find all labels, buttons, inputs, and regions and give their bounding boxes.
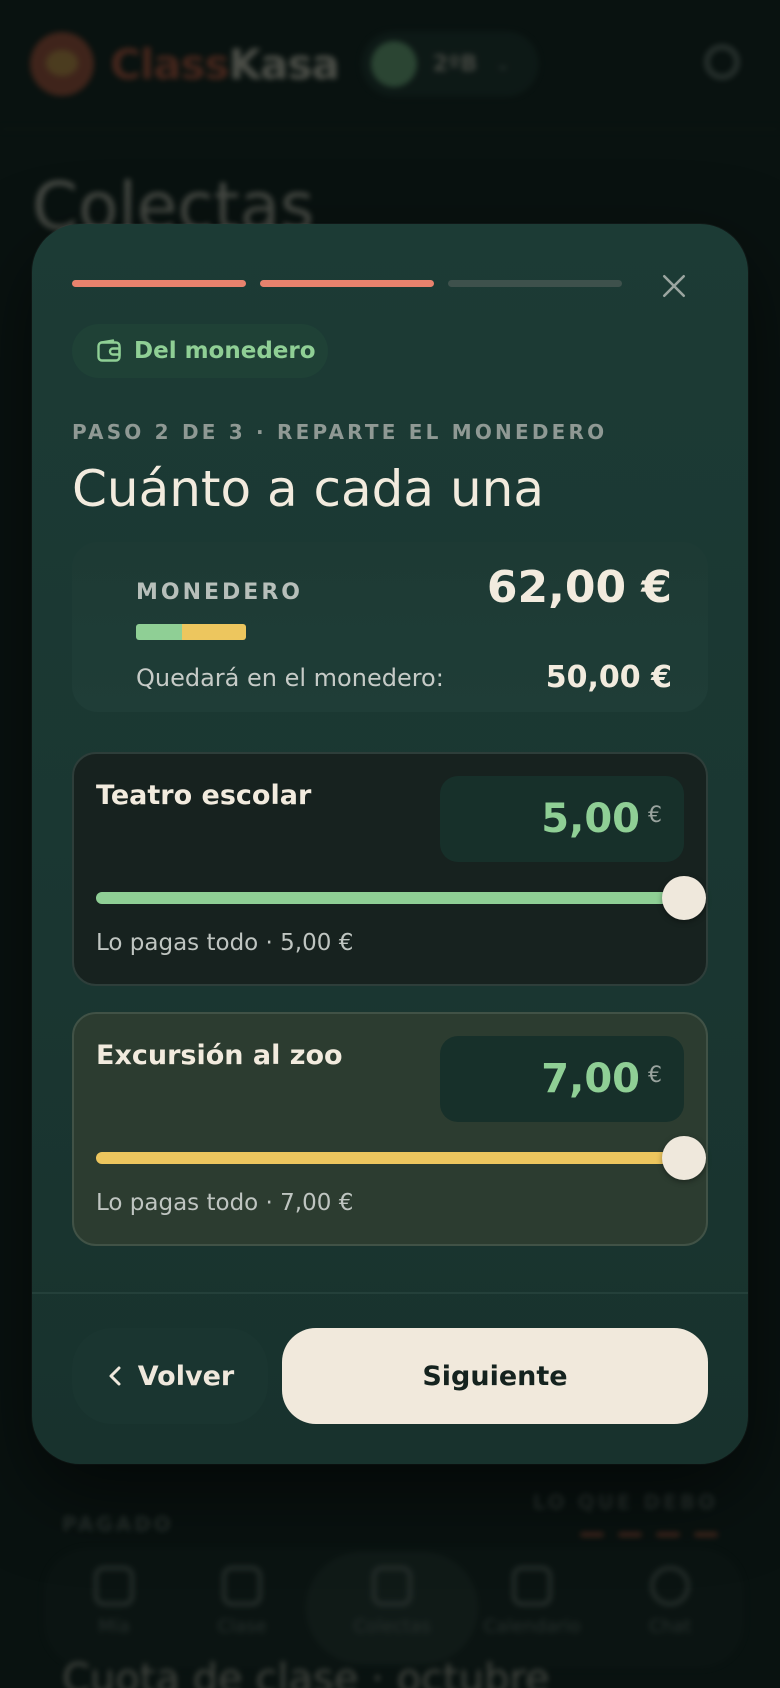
- progress-step-2: [260, 280, 434, 287]
- allocation-card: Excursión al zoo 7,00 € Lo pagas todo · …: [72, 1012, 708, 1246]
- wallet-usage-teatro: [136, 624, 182, 640]
- allocation-modal: Del monedero PASO 2 DE 3 · REPARTE EL MO…: [32, 224, 748, 1464]
- currency-symbol: €: [648, 1062, 662, 1088]
- close-icon: [662, 274, 686, 298]
- amount-value: 5,00: [541, 796, 640, 842]
- wallet-usage-zoo: [181, 624, 246, 640]
- back-button[interactable]: Volver: [72, 1328, 268, 1424]
- modal-heading: Cuánto a cada una: [72, 460, 544, 518]
- slider-fill: [96, 892, 684, 904]
- source-badge: Del monedero: [72, 324, 328, 378]
- amount-value: 7,00: [541, 1056, 640, 1102]
- wallet-label: MONEDERO: [136, 580, 303, 605]
- close-button[interactable]: [656, 268, 692, 304]
- footer-divider: [32, 1292, 748, 1294]
- collection-name: Teatro escolar: [96, 780, 312, 811]
- slider-fill: [96, 1152, 684, 1164]
- amount-input[interactable]: 5,00 €: [440, 776, 684, 862]
- allocation-card: Teatro escolar 5,00 € Lo pagas todo · 5,…: [72, 752, 708, 986]
- wallet-usage-bar: [136, 624, 246, 640]
- wallet-remaining-label: Quedará en el monedero:: [136, 664, 444, 692]
- source-badge-label: Del monedero: [134, 338, 316, 364]
- progress-step-3: [448, 280, 622, 287]
- wallet-icon: [97, 339, 121, 362]
- wallet-total: 62,00 €: [486, 562, 672, 613]
- slider-thumb[interactable]: [662, 876, 706, 920]
- progress-step-1: [72, 280, 246, 287]
- allocation-note: Lo pagas todo · 5,00 €: [96, 930, 354, 956]
- wallet-remaining-amount: 50,00 €: [545, 660, 672, 695]
- slider-thumb[interactable]: [662, 1136, 706, 1180]
- amount-input[interactable]: 7,00 €: [440, 1036, 684, 1122]
- next-button[interactable]: Siguiente: [282, 1328, 708, 1424]
- allocation-note: Lo pagas todo · 7,00 €: [96, 1190, 354, 1216]
- wallet-summary: MONEDERO 62,00 € Quedará en el monedero:…: [72, 542, 708, 712]
- currency-symbol: €: [648, 802, 662, 828]
- chevron-left-icon: [109, 1366, 121, 1386]
- back-button-label: Volver: [137, 1360, 235, 1392]
- step-label: PASO 2 DE 3 · REPARTE EL MONEDERO: [72, 420, 608, 444]
- amount-slider[interactable]: [96, 876, 706, 920]
- step-progress: [72, 280, 622, 287]
- collection-name: Excursión al zoo: [96, 1040, 343, 1071]
- amount-slider[interactable]: [96, 1136, 706, 1180]
